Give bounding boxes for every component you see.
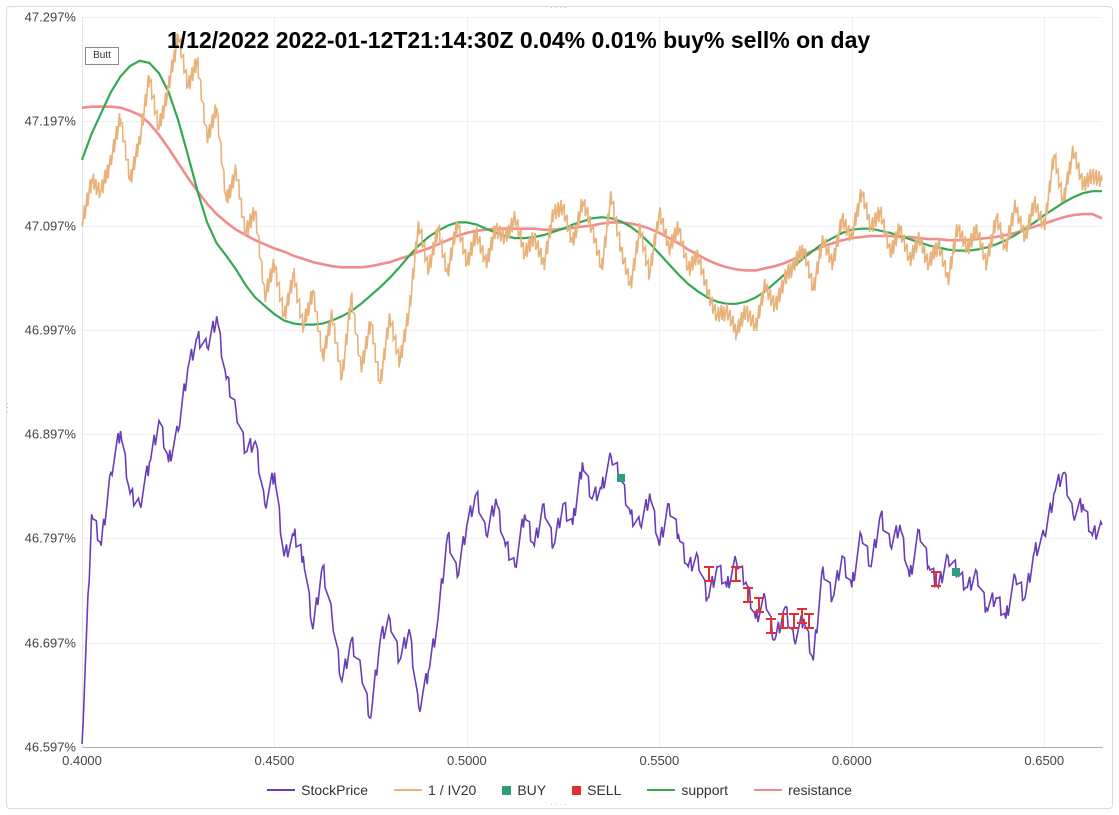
legend: StockPrice 1 / IV20 BUY SELL support resistan…: [7, 782, 1112, 798]
sell-marker: [766, 618, 776, 634]
sell-marker: [743, 587, 753, 603]
legend-label: BUY: [517, 782, 546, 798]
buy-marker: [617, 474, 625, 482]
legend-swatch-marker: [502, 786, 511, 795]
legend-label: StockPrice: [301, 782, 368, 798]
legend-label: SELL: [587, 782, 621, 798]
series-stockprice: [82, 316, 1102, 744]
legend-label: resistance: [788, 782, 852, 798]
legend-swatch-line: [754, 789, 782, 791]
legend-label: support: [681, 782, 728, 798]
chart-menu-button[interactable]: Butt: [85, 47, 119, 65]
series-resistance: [82, 107, 1102, 271]
legend-item-sell[interactable]: SELL: [572, 782, 621, 798]
chart-frame[interactable]: ···· ···· ··· 46.597%46.697%46.797%46.89…: [6, 6, 1113, 809]
legend-item-1-iv20[interactable]: 1 / IV20: [394, 782, 476, 798]
plot-area[interactable]: [7, 7, 1114, 810]
sell-marker: [704, 566, 714, 582]
legend-swatch-line: [267, 789, 295, 791]
sell-marker: [931, 571, 941, 587]
buy-marker: [952, 568, 960, 576]
legend-label: 1 / IV20: [428, 782, 476, 798]
legend-item-resistance[interactable]: resistance: [754, 782, 852, 798]
sell-marker: [731, 566, 741, 582]
legend-swatch-marker: [572, 786, 581, 795]
legend-item-buy[interactable]: BUY: [502, 782, 546, 798]
legend-swatch-line: [647, 789, 675, 791]
sell-marker: [778, 613, 788, 629]
series-1-iv20: [82, 33, 1102, 384]
sell-marker: [754, 597, 764, 613]
legend-swatch-line: [394, 789, 422, 791]
legend-item-support[interactable]: support: [647, 782, 728, 798]
legend-item-stockprice[interactable]: StockPrice: [267, 782, 368, 798]
sell-marker: [804, 613, 814, 629]
